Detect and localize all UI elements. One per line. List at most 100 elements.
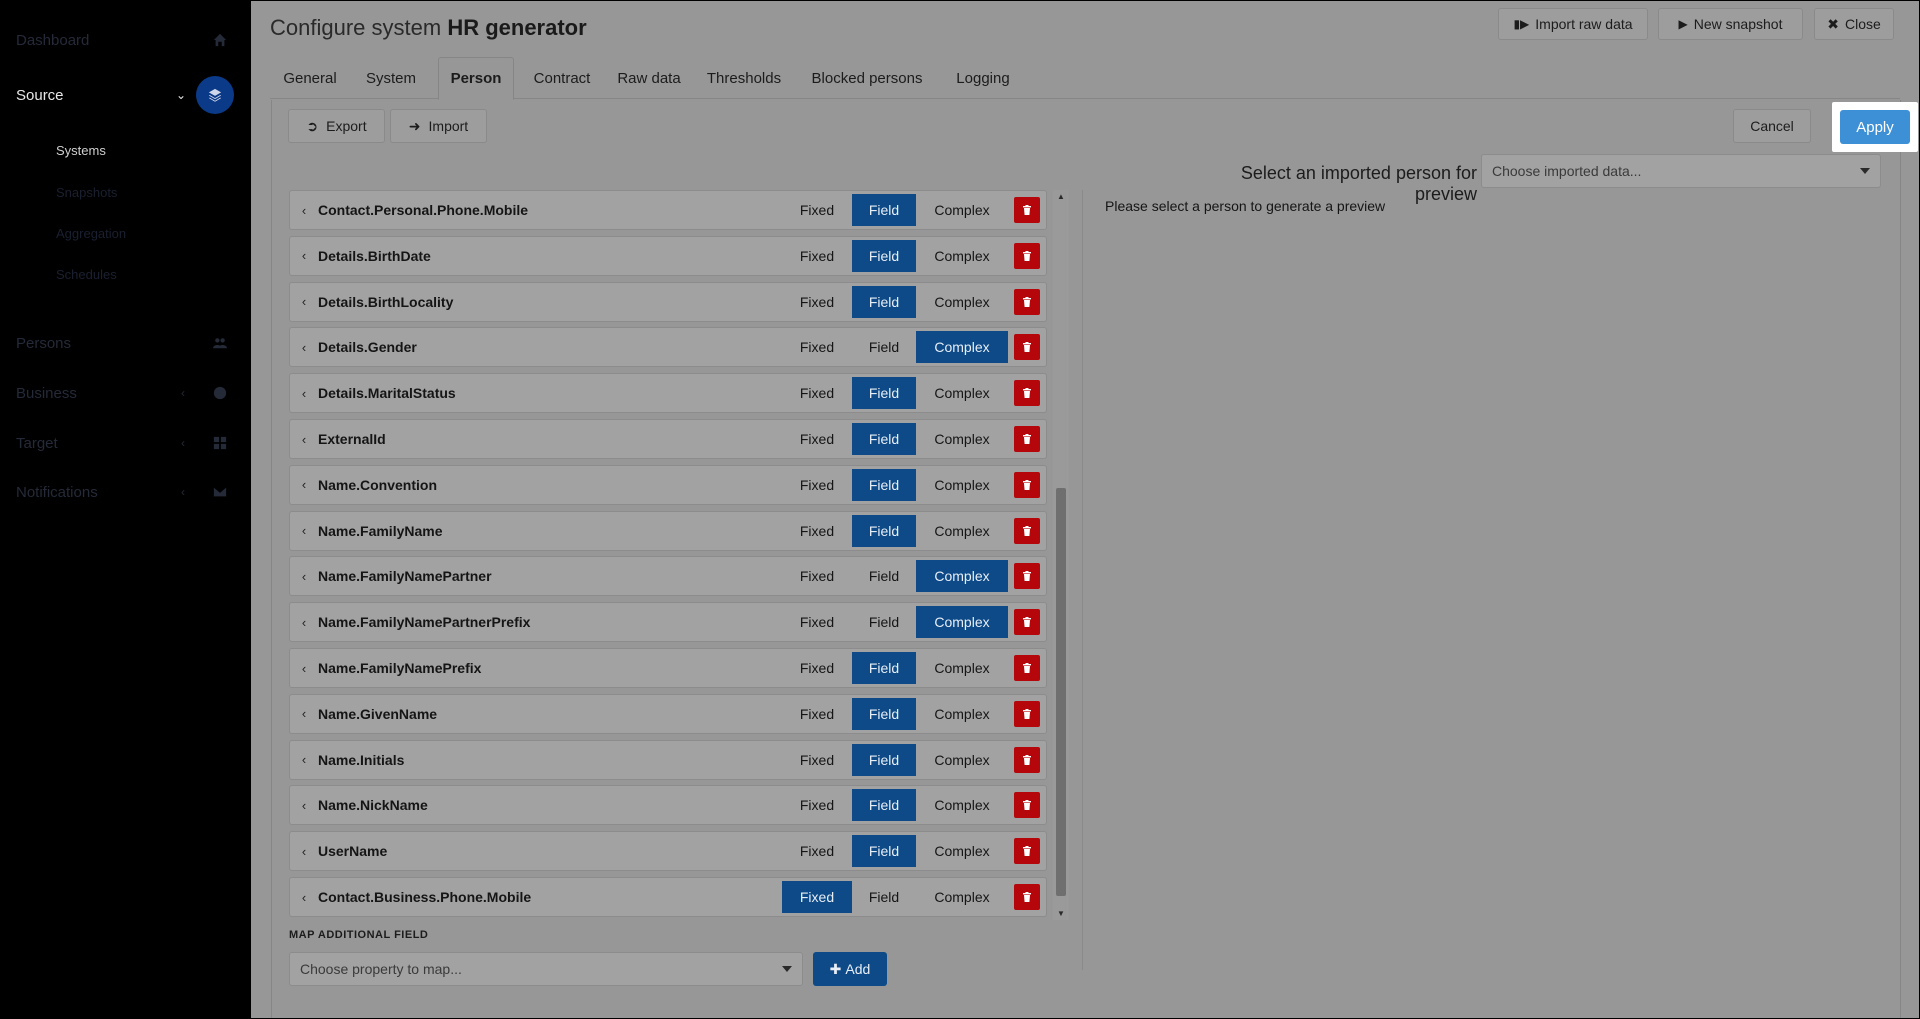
mode-fixed-toggle[interactable]: Fixed xyxy=(782,331,852,363)
mode-fixed-toggle[interactable]: Fixed xyxy=(782,515,852,547)
mapping-row[interactable]: ‹ Details.MaritalStatus Fixed Field Complex xyxy=(289,373,1047,414)
mapping-row[interactable]: ‹ ExternalId Fixed Field Complex xyxy=(289,419,1047,459)
mode-fixed-toggle[interactable]: Fixed xyxy=(782,744,852,776)
tab-person[interactable]: Person xyxy=(438,57,514,100)
delete-mapping-button[interactable] xyxy=(1014,563,1040,590)
tab-blocked-persons[interactable]: Blocked persons xyxy=(796,57,938,99)
mapping-row[interactable]: ‹ Name.FamilyNamePartnerPrefix Fixed Field C… xyxy=(289,602,1047,643)
delete-mapping-button[interactable] xyxy=(1014,838,1040,865)
apply-button[interactable]: Apply xyxy=(1840,110,1910,144)
mode-complex-toggle[interactable]: Complex xyxy=(916,286,1008,318)
mapping-row[interactable]: ‹ Contact.Business.Phone.Mobile Fixed Field… xyxy=(289,877,1047,917)
nav-notifications[interactable]: Notifications ‹ xyxy=(0,472,250,512)
mode-complex-toggle[interactable]: Complex xyxy=(916,377,1008,409)
delete-mapping-button[interactable] xyxy=(1014,197,1040,223)
mode-field-toggle[interactable]: Field xyxy=(852,377,916,410)
chevron-left-icon[interactable]: ‹ xyxy=(290,386,318,401)
delete-mapping-button[interactable] xyxy=(1014,471,1040,498)
mode-field-toggle[interactable]: Field xyxy=(852,285,916,318)
scrollbar-thumb[interactable] xyxy=(1056,488,1066,896)
chevron-left-icon[interactable]: ‹ xyxy=(290,844,318,859)
mode-field-toggle[interactable]: Field xyxy=(852,835,916,868)
preview-person-select[interactable]: Choose imported data... xyxy=(1481,154,1881,188)
tab-contract[interactable]: Contract xyxy=(518,57,606,99)
mode-field-toggle[interactable]: Field xyxy=(852,743,916,776)
mode-complex-toggle[interactable]: Complex xyxy=(916,789,1008,821)
subnav-schedules[interactable]: Schedules xyxy=(56,267,117,282)
chevron-left-icon[interactable]: ‹ xyxy=(290,752,318,767)
mode-field-toggle[interactable]: Field xyxy=(852,194,916,226)
mode-fixed-toggle[interactable]: Fixed xyxy=(782,789,852,821)
mode-complex-toggle[interactable]: Complex xyxy=(916,194,1008,226)
mapping-scrollbar[interactable]: ▲ ▼ xyxy=(1053,190,1069,920)
tab-general[interactable]: General xyxy=(270,57,350,99)
mode-field-toggle[interactable]: Field xyxy=(852,697,916,730)
mode-field-toggle[interactable]: Field xyxy=(852,606,916,638)
chevron-left-icon[interactable]: ‹ xyxy=(290,294,318,309)
mode-fixed-toggle[interactable]: Fixed xyxy=(782,469,852,501)
import-raw-data-button[interactable]: ▮▶ Import raw data xyxy=(1498,8,1648,40)
close-button[interactable]: ✖ Close xyxy=(1814,8,1894,40)
mode-field-toggle[interactable]: Field xyxy=(852,423,916,455)
mode-complex-toggle[interactable]: Complex xyxy=(916,331,1008,364)
mapping-row[interactable]: ‹ Details.Gender Fixed Field Complex xyxy=(289,327,1047,368)
tab-system[interactable]: System xyxy=(350,57,432,99)
delete-mapping-button[interactable] xyxy=(1014,746,1040,773)
mapping-row[interactable]: ‹ Name.FamilyNamePartner Fixed Field Complex xyxy=(289,556,1047,597)
cancel-button[interactable]: Cancel xyxy=(1733,109,1811,143)
delete-mapping-button[interactable] xyxy=(1014,242,1040,269)
chevron-left-icon[interactable]: ‹ xyxy=(290,615,318,630)
chevron-left-icon[interactable]: ‹ xyxy=(290,523,318,538)
scroll-up-icon[interactable]: ▲ xyxy=(1053,192,1069,201)
chevron-left-icon[interactable]: ‹ xyxy=(290,661,318,676)
nav-persons[interactable]: Persons xyxy=(0,323,250,363)
tab-thresholds[interactable]: Thresholds xyxy=(692,57,796,99)
mapping-row[interactable]: ‹ Contact.Personal.Phone.Mobile Fixed Field… xyxy=(289,190,1047,230)
map-property-select[interactable]: Choose property to map... xyxy=(289,952,803,986)
chevron-left-icon[interactable]: ‹ xyxy=(290,477,318,492)
mode-field-toggle[interactable]: Field xyxy=(852,789,916,822)
mode-field-toggle[interactable]: Field xyxy=(852,468,916,501)
mode-fixed-toggle[interactable]: Fixed xyxy=(782,194,852,226)
mapping-row[interactable]: ‹ Details.BirthDate Fixed Field Complex xyxy=(289,235,1047,276)
mode-fixed-toggle[interactable]: Fixed xyxy=(782,560,852,592)
mapping-row[interactable]: ‹ Name.NickName Fixed Field Complex xyxy=(289,785,1047,826)
tab-logging[interactable]: Logging xyxy=(938,57,1028,99)
export-button[interactable]: ➲ Export xyxy=(288,109,385,143)
chevron-left-icon[interactable]: ‹ xyxy=(290,432,318,447)
subnav-aggregation[interactable]: Aggregation xyxy=(56,226,126,241)
subnav-snapshots[interactable]: Snapshots xyxy=(56,185,117,200)
mode-field-toggle[interactable]: Field xyxy=(852,331,916,363)
mode-field-toggle[interactable]: Field xyxy=(852,514,916,547)
mode-fixed-toggle[interactable]: Fixed xyxy=(782,377,852,409)
chevron-left-icon[interactable]: ‹ xyxy=(290,340,318,355)
scroll-down-icon[interactable]: ▼ xyxy=(1053,909,1069,918)
chevron-left-icon[interactable]: ‹ xyxy=(290,890,318,905)
mode-fixed-toggle[interactable]: Fixed xyxy=(782,881,852,913)
mode-complex-toggle[interactable]: Complex xyxy=(916,423,1008,455)
nav-source[interactable]: Source ⌄ xyxy=(0,71,250,119)
mode-complex-toggle[interactable]: Complex xyxy=(916,881,1008,913)
mapping-row[interactable]: ‹ Details.BirthLocality Fixed Field Complex xyxy=(289,281,1047,322)
chevron-left-icon[interactable]: ‹ xyxy=(290,569,318,584)
chevron-left-icon[interactable]: ‹ xyxy=(290,798,318,813)
mode-complex-toggle[interactable]: Complex xyxy=(916,744,1008,776)
import-button[interactable]: ➜ Import xyxy=(390,109,487,143)
mode-field-toggle[interactable]: Field xyxy=(852,652,916,684)
chevron-left-icon[interactable]: ‹ xyxy=(290,706,318,721)
delete-mapping-button[interactable] xyxy=(1014,884,1040,910)
chevron-left-icon[interactable]: ‹ xyxy=(290,203,318,218)
nav-dashboard[interactable]: Dashboard xyxy=(0,20,250,60)
mode-complex-toggle[interactable]: Complex xyxy=(916,240,1008,272)
nav-target[interactable]: Target ‹ xyxy=(0,423,250,463)
mode-complex-toggle[interactable]: Complex xyxy=(916,652,1008,684)
mode-fixed-toggle[interactable]: Fixed xyxy=(782,240,852,272)
mode-fixed-toggle[interactable]: Fixed xyxy=(782,606,852,638)
delete-mapping-button[interactable] xyxy=(1014,380,1040,407)
subnav-systems[interactable]: Systems xyxy=(56,143,106,158)
mode-complex-toggle[interactable]: Complex xyxy=(916,835,1008,867)
mapping-row[interactable]: ‹ Name.Initials Fixed Field Complex xyxy=(289,739,1047,780)
mode-complex-toggle[interactable]: Complex xyxy=(916,606,1008,639)
mode-field-toggle[interactable]: Field xyxy=(852,239,916,272)
delete-mapping-button[interactable] xyxy=(1014,700,1040,727)
